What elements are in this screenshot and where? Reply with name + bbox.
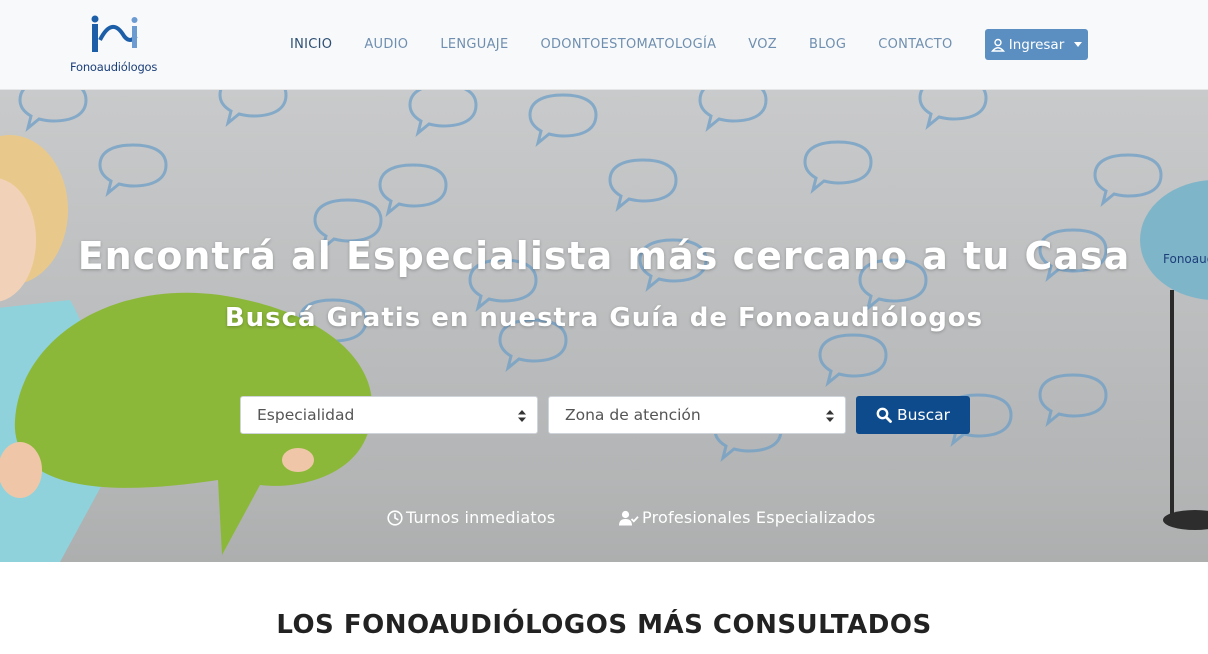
user-check-icon [619,510,639,525]
nav-item-inicio[interactable]: INICIO [290,37,332,52]
brand-logo[interactable]: Fonoaudiólogos [70,14,170,76]
navbar: Fonoaudiólogos INICIO AUDIO LENGUAJE ODO… [0,0,1208,90]
login-dropdown-button[interactable]: Ingresar [985,29,1088,60]
search-button-label: Buscar [897,406,950,424]
feature-profesionales-label: Profesionales Especializados [642,508,876,527]
hero-banner: Fonoaud Encontrá al Especialista más cer… [0,90,1208,562]
main-nav: INICIO AUDIO LENGUAJE ODONTOESTOMATOLOGÍ… [290,37,952,52]
caret-down-icon [1074,42,1083,47]
section-title: LOS FONOAUDIÓLOGOS MÁS CONSULTADOS [276,610,932,640]
nav-item-odontoestomatologia[interactable]: ODONTOESTOMATOLOGÍA [540,37,716,52]
nav-item-audio[interactable]: AUDIO [364,37,408,52]
select-arrows-icon [518,410,526,422]
clock-icon [387,509,403,526]
nav-item-voz[interactable]: VOZ [748,37,777,52]
user-icon [990,38,1005,52]
feature-turnos: Turnos inmediatos [387,508,555,527]
nav-item-lenguaje[interactable]: LENGUAJE [440,37,508,52]
nav-item-contacto[interactable]: CONTACTO [878,37,952,52]
logo-text: Fonoaudiólogos [70,60,158,74]
select-arrows-icon [826,410,834,422]
hero-subtitle: Buscá Gratis en nuestra Guía de Fonoaudi… [224,303,984,333]
search-icon [876,407,892,423]
specialty-select[interactable]: Especialidad [240,396,538,434]
login-label: Ingresar [1008,36,1065,53]
search-button[interactable]: Buscar [856,396,970,434]
logo-icon [91,15,138,52]
nav-item-blog[interactable]: BLOG [809,37,846,52]
zone-select-value: Zona de atención [565,406,701,424]
specialty-select-value: Especialidad [257,406,355,424]
feature-turnos-label: Turnos inmediatos [406,508,556,527]
feature-profesionales: Profesionales Especializados [619,508,876,527]
zone-select[interactable]: Zona de atención [548,396,846,434]
hero-title: Encontrá al Especialista más cercano a t… [77,234,1131,278]
